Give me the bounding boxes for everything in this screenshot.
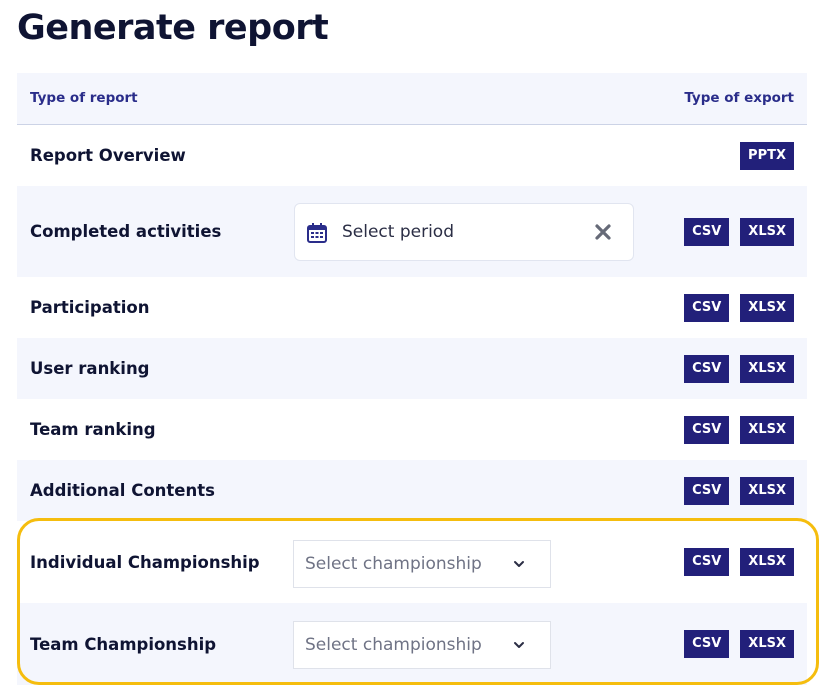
period-picker[interactable]: Select period [294,203,634,261]
report-table: Type of report Type of export Report Ove… [17,73,807,685]
select-placeholder: Select championship [305,554,482,574]
report-row-team-ranking: Team ranking CSV XLSX [17,399,807,460]
export-xlsx-button[interactable]: XLSX [740,415,794,444]
export-buttons: PPTX [740,141,794,170]
export-xlsx-button[interactable]: XLSX [740,548,794,576]
export-csv-button[interactable]: CSV [684,548,730,576]
export-buttons: CSV XLSX [684,217,794,246]
column-header-type-of-report: Type of report [30,90,138,106]
export-xlsx-button[interactable]: XLSX [740,217,794,246]
export-buttons: CSV XLSX [684,630,794,658]
column-header-type-of-export: Type of export [684,90,794,106]
export-csv-button[interactable]: CSV [684,217,730,246]
export-xlsx-button[interactable]: XLSX [740,354,794,383]
close-icon[interactable] [593,222,613,242]
export-buttons: CSV XLSX [684,415,794,444]
report-row-participation: Participation CSV XLSX [17,277,807,338]
row-label: Report Overview [30,146,186,165]
export-csv-button[interactable]: CSV [684,293,730,322]
row-label: Additional Contents [30,481,215,500]
row-label: Completed activities [30,222,222,241]
export-csv-button[interactable]: CSV [684,476,730,505]
row-label: Team ranking [30,420,156,439]
chevron-down-icon [514,642,524,648]
export-xlsx-button[interactable]: XLSX [740,630,794,658]
report-row-overview: Report Overview PPTX [17,125,807,186]
page-title: Generate report [17,8,329,48]
team-championship-select[interactable]: Select championship [293,621,551,669]
export-csv-button[interactable]: CSV [684,630,730,658]
export-csv-button[interactable]: CSV [684,354,730,383]
export-buttons: CSV XLSX [684,548,794,576]
report-row-additional-contents: Additional Contents CSV XLSX [17,460,807,521]
export-buttons: CSV XLSX [684,476,794,505]
export-csv-button[interactable]: CSV [684,415,730,444]
table-header: Type of report Type of export [17,73,807,125]
export-buttons: CSV XLSX [684,354,794,383]
period-placeholder: Select period [342,222,455,242]
report-row-user-ranking: User ranking CSV XLSX [17,338,807,399]
row-label: User ranking [30,359,150,378]
export-xlsx-button[interactable]: XLSX [740,293,794,322]
export-pptx-button[interactable]: PPTX [740,141,794,170]
row-label: Individual Championship [30,552,260,572]
export-xlsx-button[interactable]: XLSX [740,476,794,505]
export-buttons: CSV XLSX [684,293,794,322]
calendar-icon [307,223,327,243]
individual-championship-select[interactable]: Select championship [293,540,551,588]
chevron-down-icon [514,561,524,567]
row-label: Participation [30,298,150,317]
select-placeholder: Select championship [305,635,482,655]
row-label: Team Championship [30,634,217,654]
